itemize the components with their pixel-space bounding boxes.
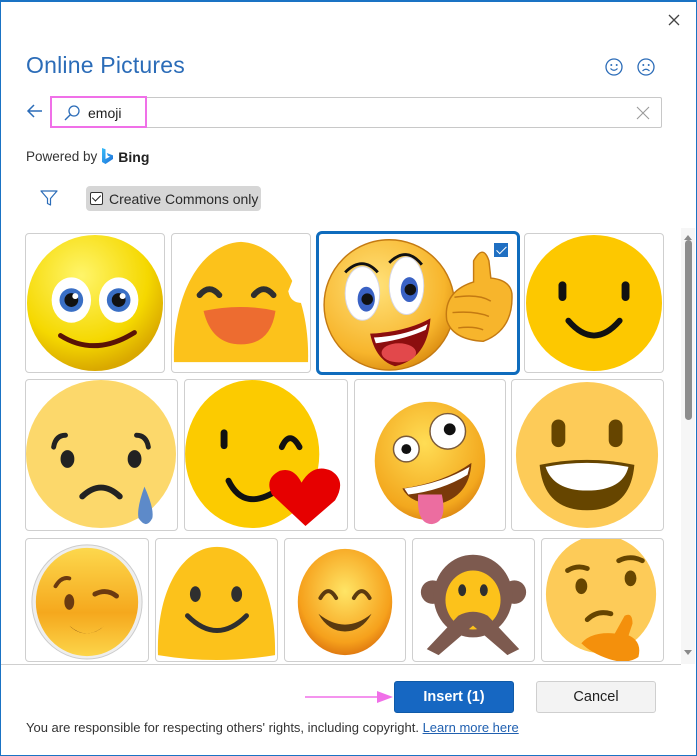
- speak-no-evil-monkey-image: [420, 554, 527, 656]
- scroll-down-arrow-icon[interactable]: [684, 650, 692, 655]
- result-tile[interactable]: [511, 379, 664, 531]
- smiling-eyes-blush-image: [297, 548, 393, 656]
- search-icon: [63, 104, 81, 122]
- search-box: [50, 97, 662, 128]
- cancel-button[interactable]: Cancel: [536, 681, 656, 713]
- result-tile[interactable]: [25, 379, 178, 531]
- copyright-text: You are responsible for respecting other…: [26, 720, 419, 735]
- selected-check-icon[interactable]: [493, 242, 509, 258]
- slightly-smiling-blob-image: [157, 546, 276, 661]
- send-smile-button[interactable]: [604, 57, 624, 77]
- result-tile[interactable]: [541, 538, 664, 662]
- scrollbar-thumb[interactable]: [685, 240, 692, 420]
- bing-brand: Bing: [118, 148, 150, 165]
- arrow-annotation-icon: [305, 691, 393, 703]
- smile-icon: [605, 58, 623, 76]
- zany-face-image: [374, 401, 486, 525]
- result-tile[interactable]: [25, 233, 165, 373]
- bing-logo-icon: [102, 148, 114, 164]
- creative-commons-filter[interactable]: Creative Commons only: [86, 186, 261, 211]
- frown-icon: [637, 58, 655, 76]
- sad-crying-face-image: [26, 380, 177, 529]
- close-icon: [668, 14, 680, 26]
- grinning-sweat-blob-image: [173, 241, 309, 363]
- clear-search-button[interactable]: [635, 105, 651, 121]
- simple-smiley-image: [525, 234, 663, 372]
- filter-icon: [40, 190, 58, 206]
- powered-by-label: Powered by: [26, 149, 98, 164]
- back-button[interactable]: [25, 101, 45, 121]
- result-tile[interactable]: [284, 538, 406, 662]
- send-frown-button[interactable]: [636, 57, 656, 77]
- result-tile[interactable]: [171, 233, 311, 373]
- copyright-notice: You are responsible for respecting other…: [26, 720, 519, 735]
- smiley-blue-eyes-image: [26, 234, 164, 372]
- results-grid: [1, 228, 681, 664]
- creative-commons-label: Creative Commons only: [109, 190, 259, 207]
- search-input[interactable]: [88, 102, 588, 124]
- filter-button[interactable]: [39, 188, 59, 208]
- arrow-left-icon: [26, 104, 42, 118]
- result-tile[interactable]: [354, 379, 506, 531]
- result-tile[interactable]: [184, 379, 348, 531]
- thinking-face-image: [545, 539, 657, 661]
- result-tile[interactable]: [412, 538, 535, 662]
- thumbs-up-smiley-image: [323, 239, 513, 371]
- footer-divider: [1, 664, 681, 665]
- result-tile[interactable]: [25, 538, 149, 662]
- dialog-title: Online Pictures: [26, 52, 185, 78]
- powered-by-bing: Powered by Bing: [26, 148, 149, 165]
- result-tile[interactable]: [524, 233, 664, 373]
- creative-commons-checkbox[interactable]: [90, 192, 103, 205]
- winking-heart-face-image: [185, 380, 341, 529]
- results-scrollbar[interactable]: [681, 228, 695, 664]
- grinning-face-image: [515, 381, 659, 529]
- winking-face-image: [31, 544, 143, 660]
- insert-button[interactable]: Insert (1): [394, 681, 514, 713]
- close-dialog-button[interactable]: [664, 10, 684, 30]
- online-pictures-dialog: Online Pictures Powered by Bing Creative…: [0, 0, 697, 756]
- result-tile[interactable]: [155, 538, 278, 662]
- close-icon: [636, 106, 650, 120]
- learn-more-link[interactable]: Learn more here: [423, 720, 519, 735]
- result-tile-selected[interactable]: [316, 231, 520, 375]
